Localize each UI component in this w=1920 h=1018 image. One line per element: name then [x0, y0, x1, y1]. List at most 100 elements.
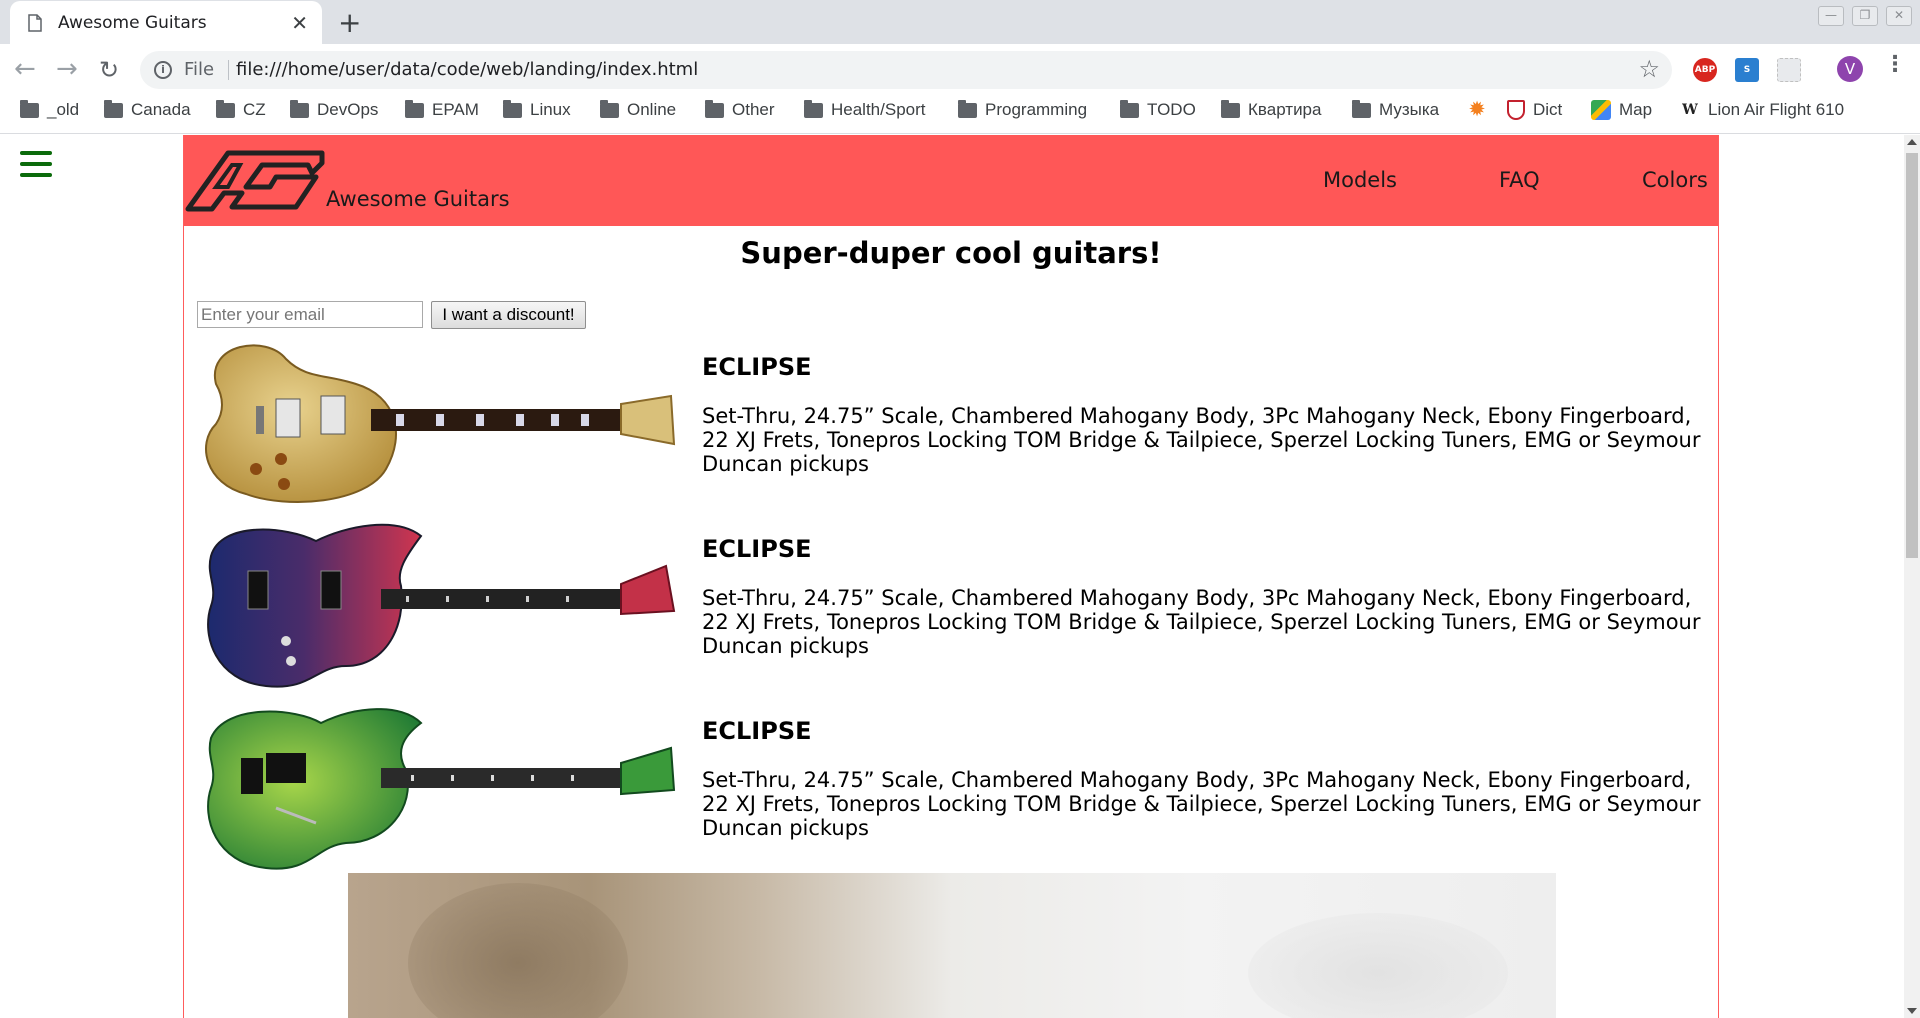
extension-blank-icon[interactable] [1777, 58, 1801, 82]
folder-icon [600, 99, 619, 118]
folder-icon [958, 99, 977, 118]
bookmark-dict[interactable]: Dict [1507, 100, 1562, 120]
tab-close-icon[interactable]: ✕ [291, 11, 308, 35]
page-scrollbar[interactable] [1904, 135, 1920, 1018]
profile-avatar[interactable]: V [1837, 56, 1863, 82]
bookmark-folder-devops[interactable]: DevOps [290, 99, 379, 120]
nav-link-colors[interactable]: Colors [1642, 168, 1708, 192]
info-icon[interactable]: i [154, 61, 172, 79]
product-card: ECLIPSE Set-Thru, 24.75” Scale, Chambere… [196, 516, 1716, 691]
nav-link-faq[interactable]: FAQ [1499, 168, 1540, 192]
scroll-up-icon[interactable] [1907, 139, 1917, 145]
folder-icon [1120, 99, 1139, 118]
google-maps-icon [1591, 100, 1611, 120]
adblock-plus-icon[interactable]: ABP [1693, 58, 1717, 82]
nav-link-models[interactable]: Models [1323, 168, 1397, 192]
bookmark-folder-todo[interactable]: TODO [1120, 99, 1196, 120]
bookmark-label: Programming [985, 100, 1088, 119]
bookmark-label: EPAM [432, 100, 479, 119]
bookmark-folder-canada[interactable]: Canada [104, 99, 191, 120]
folder-icon [1352, 99, 1371, 118]
site-header: Awesome Guitars Models FAQ Colors [184, 135, 1718, 226]
sun-icon: ✹ [1469, 99, 1485, 120]
browser-menu-icon[interactable]: ⋮ [1884, 52, 1906, 77]
guitar-image-green [207, 708, 676, 870]
bookmark-folder-epam[interactable]: EPAM [405, 99, 479, 120]
bookmark-label: DevOps [317, 100, 379, 119]
folder-icon [503, 99, 522, 118]
bookmark-label: Health/Sport [831, 100, 926, 119]
bookmark-label: Linux [530, 100, 571, 119]
bookmark-folder-other[interactable]: Other [705, 99, 775, 120]
hamburger-menu-icon[interactable] [20, 151, 52, 177]
folder-icon [20, 99, 39, 118]
new-tab-button[interactable]: + [338, 6, 361, 39]
folder-icon [804, 99, 823, 118]
product-name: ECLIPSE [702, 535, 812, 563]
bookmark-folder-muzyka[interactable]: Музыка [1352, 99, 1440, 120]
browser-tab[interactable]: Awesome Guitars ✕ [10, 1, 322, 44]
hero-image [348, 873, 1556, 1018]
shield-crest-icon [1507, 100, 1525, 120]
bookmark-folder-kvartira[interactable]: Квартира [1221, 99, 1322, 120]
bookmark-folder-linux[interactable]: Linux [503, 99, 571, 120]
bookmark-label: _old [47, 100, 80, 119]
scroll-down-icon[interactable] [1907, 1008, 1917, 1014]
email-input[interactable] [197, 301, 423, 328]
folder-icon [216, 99, 235, 118]
url-text[interactable]: file:///home/user/data/code/web/landing/… [236, 59, 698, 80]
bookmark-label: Dict [1533, 100, 1563, 119]
forward-button[interactable]: → [56, 54, 78, 84]
discount-button[interactable]: I want a discount! [431, 301, 586, 329]
back-button[interactable]: ← [14, 54, 36, 84]
bookmark-folder-health-sport[interactable]: Health/Sport [804, 99, 926, 120]
restore-icon[interactable]: ❐ [1852, 6, 1878, 26]
site-container: Awesome Guitars Models FAQ Colors Super-… [183, 135, 1719, 1018]
product-description: Set-Thru, 24.75” Scale, Chambered Mahoga… [702, 586, 1701, 658]
bookmark-folder-cz[interactable]: CZ [216, 99, 266, 120]
bookmark-wikipedia[interactable]: W Lion Air Flight 610 [1680, 100, 1844, 120]
bookmark-label: Квартира [1248, 100, 1322, 119]
omnibox-divider [228, 60, 229, 80]
scheme-label: File [184, 59, 215, 80]
hero-image-blur [1248, 913, 1508, 1018]
folder-icon [405, 99, 424, 118]
brand-logo[interactable] [184, 147, 326, 213]
bookmark-label: Online [627, 100, 677, 119]
product-card: ECLIPSE Set-Thru, 24.75” Scale, Chambere… [196, 334, 1716, 509]
close-window-icon[interactable]: ✕ [1886, 6, 1912, 26]
extension-s-icon[interactable]: S [1735, 58, 1759, 82]
product-name: ECLIPSE [702, 353, 812, 381]
bookmark-star-icon[interactable]: ☆ [1638, 55, 1660, 83]
page-viewport: Awesome Guitars Models FAQ Colors Super-… [0, 135, 1920, 1018]
guitar-image-blue-red [207, 523, 676, 688]
folder-icon [1221, 99, 1240, 118]
bookmark-label: CZ [243, 100, 266, 119]
tab-title: Awesome Guitars [58, 13, 207, 33]
folder-icon [104, 99, 123, 118]
product-description: Set-Thru, 24.75” Scale, Chambered Mahoga… [702, 768, 1701, 840]
address-bar[interactable]: i File file:///home/user/data/code/web/l… [140, 51, 1672, 89]
bookmarks-bar: _old Canada CZ DevOps EPAM Linux Online … [0, 94, 1920, 134]
bookmark-map[interactable]: Map [1591, 100, 1652, 120]
page-icon [28, 14, 42, 32]
brand-name[interactable]: Awesome Guitars [326, 187, 510, 211]
bookmark-label: Lion Air Flight 610 [1708, 100, 1845, 119]
browser-toolbar: ← → ↻ i File file:///home/user/data/code… [0, 44, 1920, 94]
scrollbar-thumb[interactable] [1906, 153, 1918, 558]
bookmark-folder-old[interactable]: _old [20, 99, 80, 120]
reload-button[interactable]: ↻ [99, 56, 119, 84]
wikipedia-icon: W [1682, 102, 1698, 118]
minimize-icon[interactable]: — [1818, 6, 1844, 26]
tab-strip: Awesome Guitars ✕ + — ❐ ✕ [0, 0, 1920, 44]
hero-image-blur [408, 883, 628, 1018]
bookmark-label: TODO [1147, 100, 1196, 119]
folder-icon [290, 99, 309, 118]
bookmark-folder-online[interactable]: Online [600, 99, 677, 120]
page-headline: Super-duper cool guitars! [740, 236, 1162, 270]
bookmark-folder-programming[interactable]: Programming [958, 99, 1088, 120]
bookmark-sun[interactable]: ✹ [1467, 100, 1487, 120]
bookmark-label: Canada [131, 100, 191, 119]
folder-icon [705, 99, 724, 118]
bookmark-label: Музыка [1379, 100, 1440, 119]
